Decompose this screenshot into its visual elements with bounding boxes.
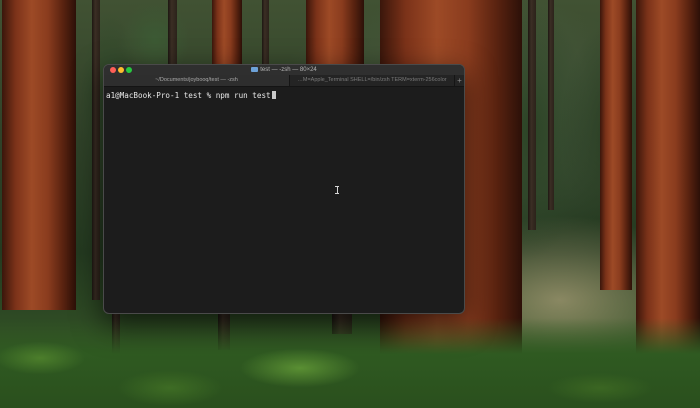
tree-trunk: [306, 0, 364, 64]
tree-trunk: [2, 0, 76, 310]
text-cursor: [271, 91, 276, 99]
terminal-line: a1@MacBook-Pro-1 test % npm run test: [106, 90, 462, 101]
new-tab-button[interactable]: +: [454, 75, 464, 86]
folder-icon: [251, 66, 259, 72]
tree-trunk: [548, 0, 554, 210]
typed-command: npm run test: [215, 91, 271, 100]
terminal-content[interactable]: a1@MacBook-Pro-1 test % npm run test: [104, 87, 464, 313]
tree-trunk: [262, 0, 269, 64]
window-title-text: test — -zsh — 80×24: [260, 67, 317, 73]
shell-prompt: a1@MacBook-Pro-1 test %: [106, 91, 216, 100]
tree-trunk: [92, 0, 100, 300]
tab-env[interactable]: …M=Apple_Terminal SHELL=/bin/zsh TERM=xt…: [290, 75, 454, 86]
window-title: test — -zsh — 80×24: [104, 66, 464, 74]
title-bar[interactable]: test — -zsh — 80×24: [104, 65, 464, 75]
tree-trunk: [212, 0, 242, 64]
tab-zsh[interactable]: ~/Documents/joybooq/test — -zsh: [104, 75, 290, 86]
terminal-window[interactable]: test — -zsh — 80×24 ~/Documents/joybooq/…: [103, 64, 465, 314]
tree-trunk: [528, 0, 536, 230]
tab-bar: ~/Documents/joybooq/test — -zsh …M=Apple…: [104, 75, 464, 87]
ibeam-cap: [335, 193, 339, 194]
ibeam-cursor-icon: [335, 186, 339, 194]
desktop: test — -zsh — 80×24 ~/Documents/joybooq/…: [0, 0, 700, 408]
forest-floor: [0, 318, 700, 408]
tree-trunk: [600, 0, 632, 290]
